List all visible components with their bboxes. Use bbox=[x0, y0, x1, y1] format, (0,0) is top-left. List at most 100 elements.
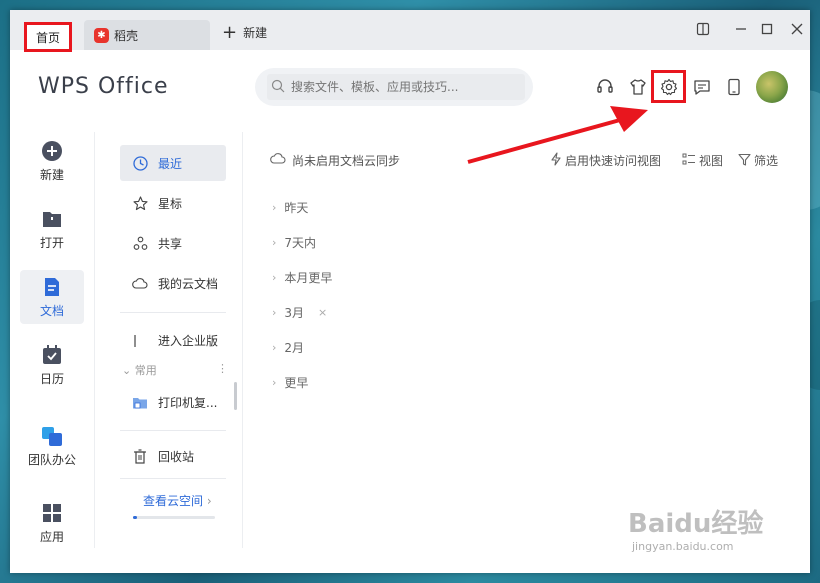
view-button[interactable]: 视图 bbox=[682, 152, 723, 169]
folder-link-icon bbox=[132, 394, 148, 410]
skin-shirt-icon[interactable] bbox=[627, 76, 649, 98]
nav-recycle-label: 回收站 bbox=[158, 449, 195, 464]
plus-circle-icon bbox=[41, 140, 63, 162]
group-label: 3月 bbox=[284, 306, 305, 320]
nav-shared[interactable]: 共享 bbox=[120, 225, 226, 261]
nav-cloud-docs[interactable]: 我的云文档 bbox=[120, 265, 226, 301]
search-input[interactable] bbox=[291, 80, 511, 94]
group-yesterday[interactable]: › 昨天 bbox=[272, 199, 308, 216]
rail-item-calendar[interactable]: 日历 bbox=[20, 344, 84, 394]
group-earlier[interactable]: › 更早 bbox=[272, 374, 308, 391]
divider bbox=[120, 478, 226, 479]
view-cloud-link[interactable]: 查看云空间 › bbox=[143, 492, 212, 509]
enterprise-icon bbox=[132, 332, 148, 348]
chevron-down-icon: ⌄ bbox=[122, 364, 135, 377]
filter-label: 筛选 bbox=[754, 154, 779, 168]
wps-logo: WPS Office bbox=[38, 74, 169, 99]
list-view-icon bbox=[682, 153, 696, 169]
group-label: 7天内 bbox=[284, 236, 317, 250]
docer-logo-icon: ✱ bbox=[94, 27, 109, 43]
common-section-title: ⌄ 常用 bbox=[122, 362, 157, 378]
baidu-watermark: Baidu经验 jingyan.baidu.com bbox=[628, 503, 763, 553]
rail-label: 应用 bbox=[39, 530, 64, 544]
cloud-usage-fill bbox=[133, 516, 137, 519]
group-february[interactable]: › 2月 bbox=[272, 339, 304, 356]
divider bbox=[94, 132, 95, 548]
rail-label: 新建 bbox=[39, 168, 64, 182]
group-march[interactable]: › 3月 × bbox=[272, 304, 327, 321]
chevron-right-icon: › bbox=[272, 236, 277, 249]
nav-recycle[interactable]: 回收站 bbox=[120, 438, 226, 474]
chevron-right-icon: › bbox=[272, 201, 277, 214]
watermark-brand: Baidu经验 bbox=[628, 509, 764, 539]
nav-starred[interactable]: 星标 bbox=[120, 185, 226, 221]
title-bar: 首页 ✱ 稻壳 + 新建 bbox=[10, 10, 810, 52]
search-icon bbox=[271, 78, 285, 97]
quick-access-label: 启用快速访问视图 bbox=[565, 154, 662, 168]
cloud-sync-label: 尚未启用文档云同步 bbox=[292, 154, 401, 168]
layout-toggle-icon[interactable] bbox=[694, 20, 712, 38]
chevron-right-icon: › bbox=[272, 376, 277, 389]
lightning-icon bbox=[550, 152, 562, 169]
rail-label: 文档 bbox=[39, 304, 64, 318]
nav-printer-folder[interactable]: 打印机复... bbox=[120, 384, 226, 420]
tab-docer-label: 稻壳 bbox=[114, 28, 139, 43]
rail-label: 日历 bbox=[39, 372, 64, 386]
cloud-sync-hint[interactable]: 尚未启用文档云同步 bbox=[270, 152, 400, 169]
minimize-icon[interactable] bbox=[732, 20, 750, 38]
rail-item-new[interactable]: 新建 bbox=[20, 140, 84, 190]
group-this-month[interactable]: › 本月更早 bbox=[272, 269, 332, 286]
group-7days[interactable]: › 7天内 bbox=[272, 234, 316, 251]
plus-icon: + bbox=[222, 21, 238, 43]
rail-item-open[interactable]: 打开 bbox=[20, 208, 84, 258]
nav-enterprise-label: 进入企业版 bbox=[158, 334, 219, 348]
team-icon bbox=[41, 425, 63, 447]
rail-item-apps[interactable]: 应用 bbox=[20, 502, 84, 552]
filter-button[interactable]: 筛选 bbox=[738, 152, 778, 169]
nav-enterprise[interactable]: 进入企业版 bbox=[120, 326, 226, 350]
divider bbox=[242, 132, 243, 548]
remove-icon[interactable]: × bbox=[318, 306, 327, 319]
headset-icon[interactable] bbox=[594, 76, 616, 98]
group-label: 2月 bbox=[284, 341, 305, 355]
new-tab-button[interactable]: + 新建 bbox=[222, 21, 268, 43]
close-icon[interactable] bbox=[788, 20, 806, 38]
share-icon bbox=[132, 235, 148, 251]
trash-icon bbox=[132, 448, 148, 464]
cloud-usage-bar bbox=[133, 516, 215, 519]
avatar[interactable] bbox=[756, 71, 788, 103]
star-icon bbox=[132, 195, 148, 211]
rail-item-docs[interactable]: 文档 bbox=[20, 270, 84, 324]
message-icon[interactable] bbox=[691, 76, 713, 98]
chevron-right-icon: › bbox=[272, 271, 277, 284]
cloud-icon bbox=[132, 275, 148, 291]
tablet-icon[interactable] bbox=[723, 76, 745, 98]
rail-item-team[interactable]: 团队办公 bbox=[20, 425, 84, 475]
document-icon bbox=[41, 276, 63, 298]
nav-cloud-docs-label: 我的云文档 bbox=[158, 276, 219, 291]
quick-access-toggle[interactable]: 启用快速访问视图 bbox=[550, 152, 661, 169]
gear-icon[interactable] bbox=[658, 76, 680, 98]
nav-recent-label: 最近 bbox=[158, 156, 183, 171]
more-icon[interactable]: ⋮ bbox=[217, 362, 228, 378]
nav-starred-label: 星标 bbox=[158, 196, 183, 211]
wps-window: 首页 ✱ 稻壳 + 新建 WPS Office 搜索文件、模板、应用或技巧...… bbox=[10, 10, 810, 573]
nav-printer-label: 打印机复... bbox=[158, 395, 218, 410]
sidebar-scrollbar[interactable] bbox=[234, 382, 237, 410]
watermark-url: jingyan.baidu.com bbox=[632, 540, 734, 553]
nav-shared-label: 共享 bbox=[158, 236, 183, 251]
tab-home[interactable]: 首页 bbox=[24, 22, 72, 52]
group-label: 昨天 bbox=[284, 201, 309, 215]
filter-icon bbox=[738, 153, 751, 169]
folder-icon bbox=[41, 208, 63, 230]
nav-recent[interactable]: 最近 bbox=[120, 145, 226, 181]
chevron-right-icon: › bbox=[272, 306, 277, 319]
divider bbox=[120, 430, 226, 431]
rail-label: 团队办公 bbox=[27, 453, 76, 467]
cloud-off-icon bbox=[270, 152, 286, 169]
maximize-icon[interactable] bbox=[758, 20, 776, 38]
view-cloud-label: 查看云空间 bbox=[143, 494, 204, 508]
new-tab-label: 新建 bbox=[243, 26, 268, 40]
divider bbox=[120, 312, 226, 313]
tab-docer[interactable]: ✱ 稻壳 bbox=[84, 20, 210, 50]
